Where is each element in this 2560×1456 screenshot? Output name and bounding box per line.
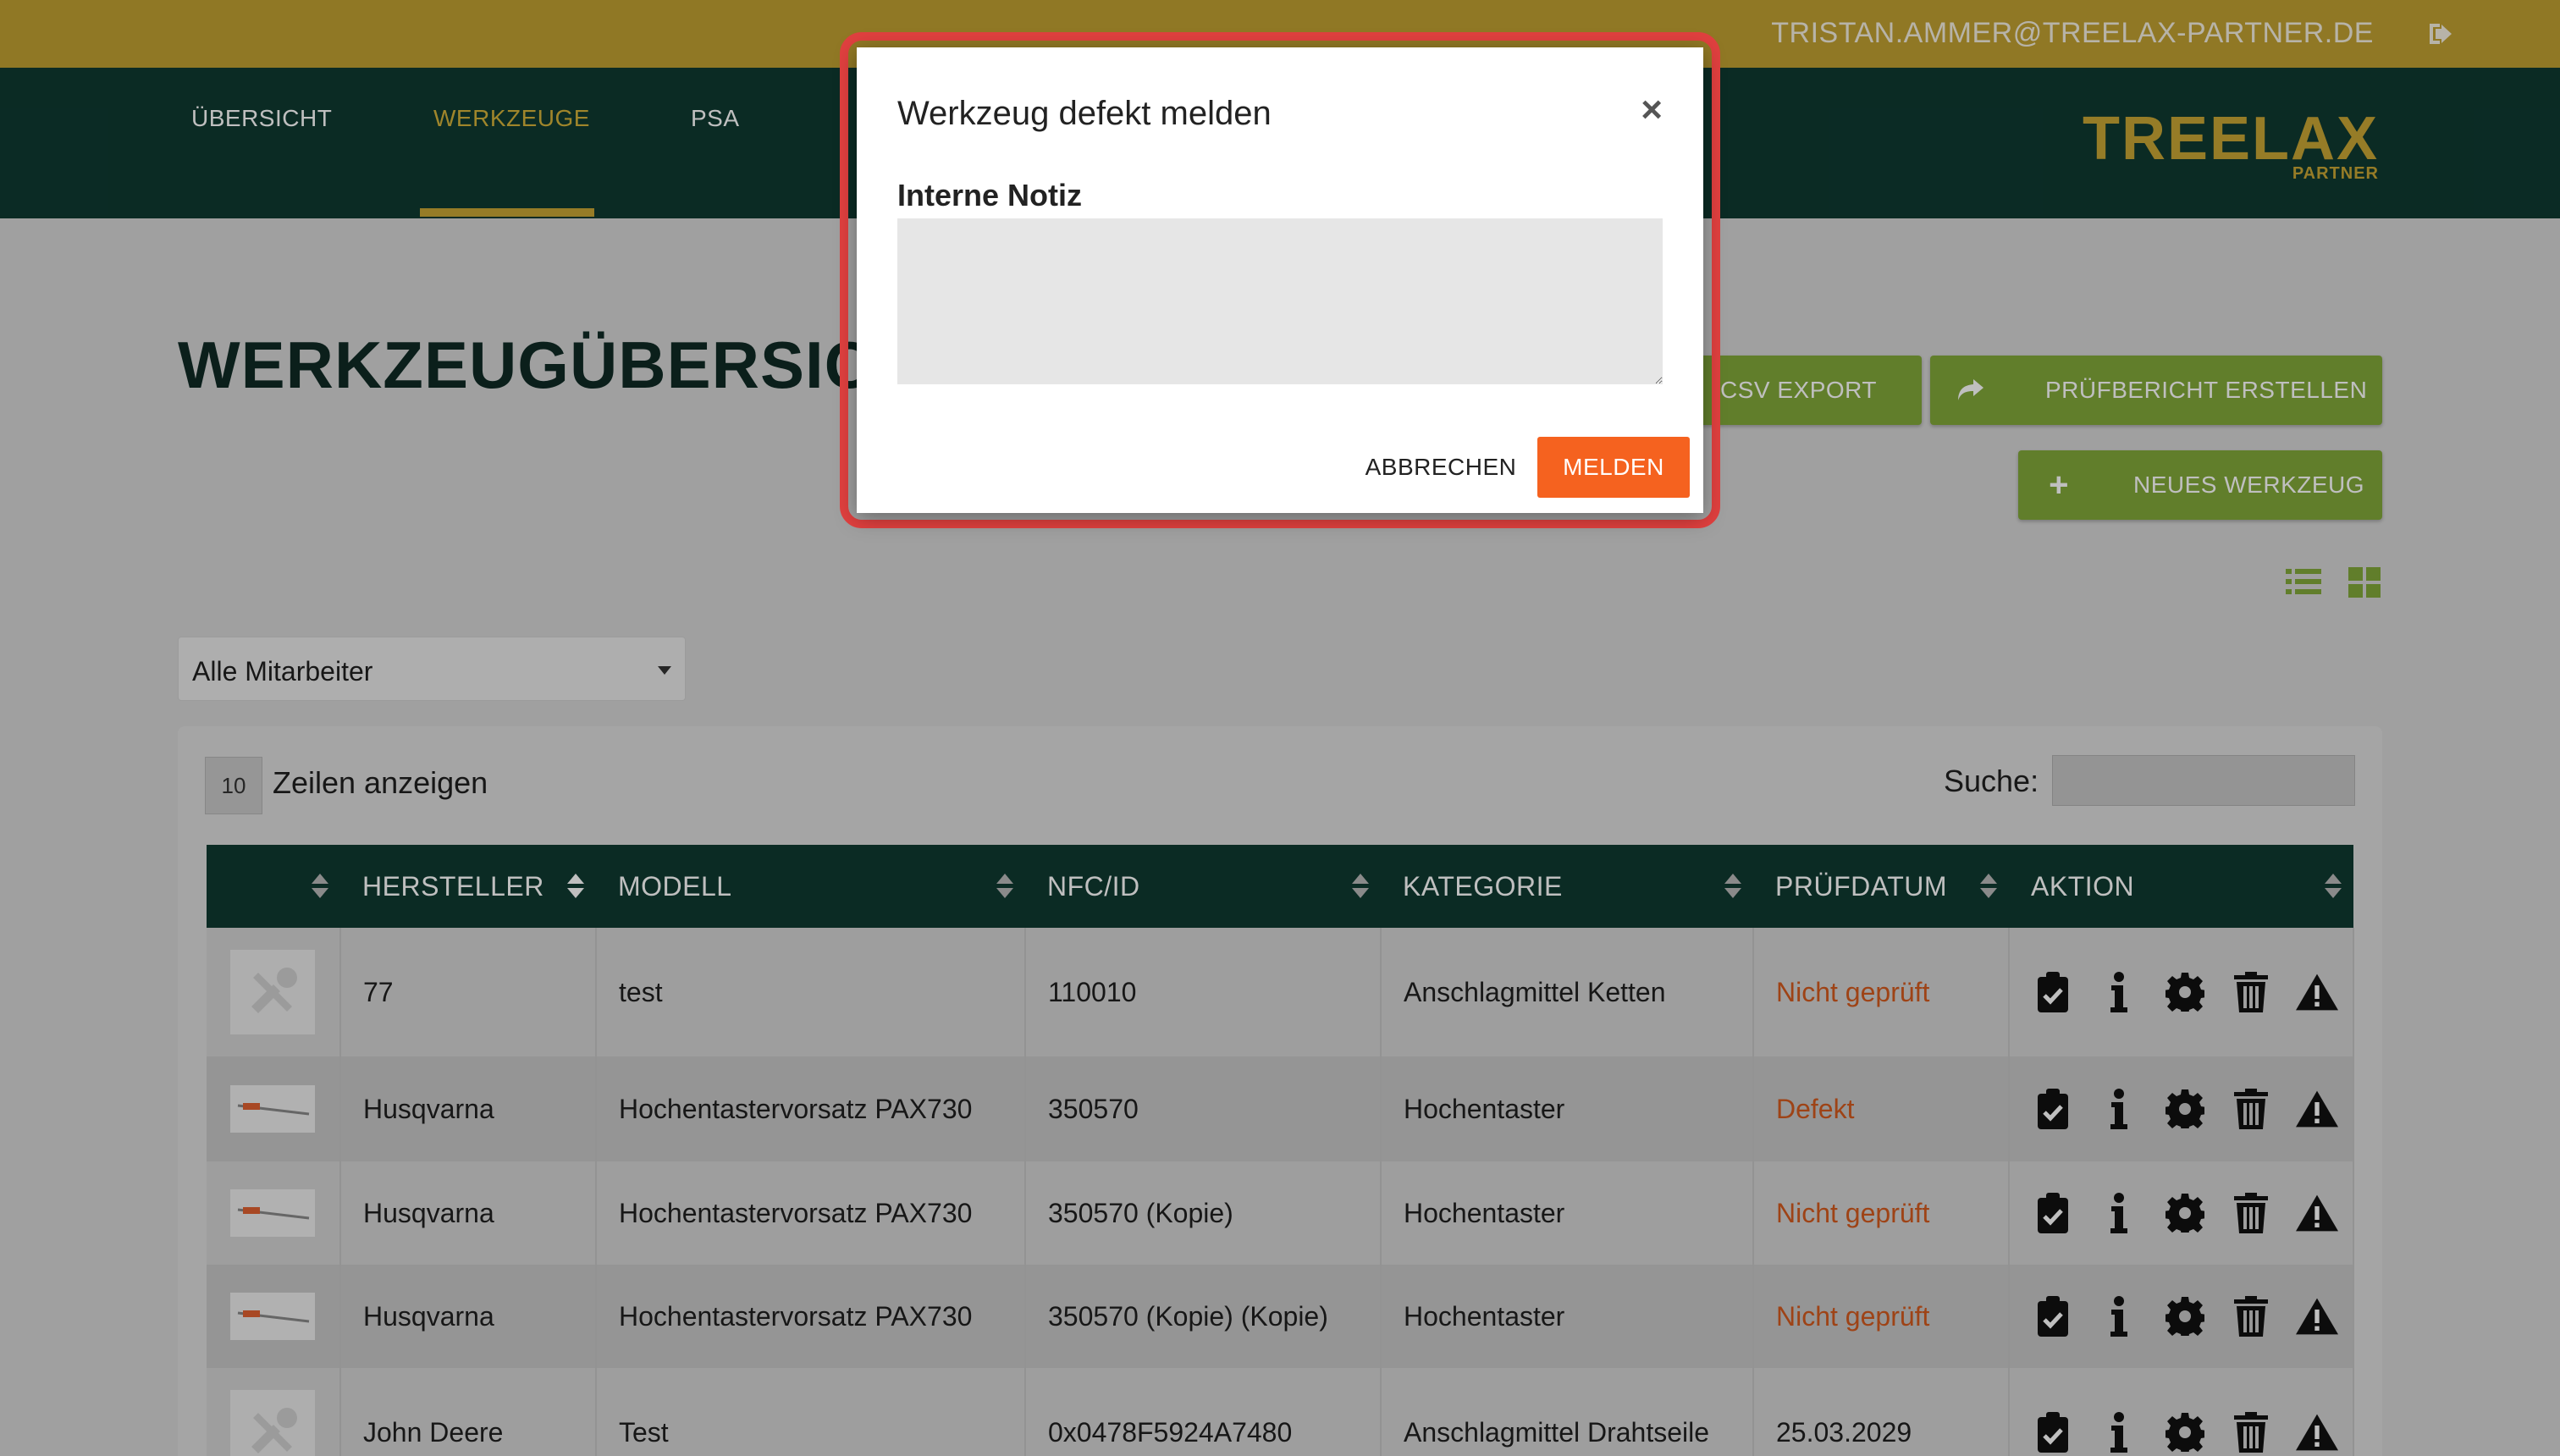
report-defect-modal: Werkzeug defekt melden × Interne Notiz A… <box>857 47 1703 513</box>
modal-title: Werkzeug defekt melden <box>897 95 1272 132</box>
close-icon[interactable]: × <box>1641 91 1663 129</box>
internal-note-textarea[interactable] <box>897 218 1663 384</box>
internal-note-label: Interne Notiz <box>897 178 1083 212</box>
cancel-button[interactable]: ABBRECHEN <box>1356 437 1526 498</box>
submit-report-button[interactable]: MELDEN <box>1537 437 1690 498</box>
